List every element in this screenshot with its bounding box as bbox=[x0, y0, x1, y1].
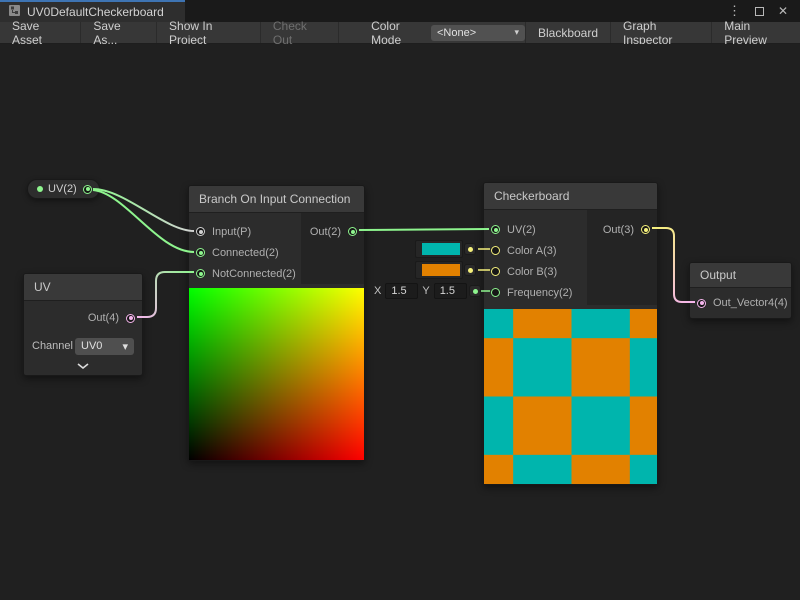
x-label: X bbox=[374, 285, 381, 297]
collapse-chevron-button[interactable] bbox=[24, 357, 142, 375]
node-output[interactable]: Output Out_Vector4(4) bbox=[689, 262, 792, 319]
node-uv[interactable]: UV Out(4) Channel UV0 ▾ bbox=[23, 273, 143, 376]
graph-inspector-toggle[interactable]: Graph Inspector bbox=[610, 22, 711, 43]
port-uv2-in[interactable] bbox=[491, 225, 500, 234]
color-b-swatch[interactable] bbox=[415, 261, 463, 279]
port-row-out4: Out(4) bbox=[24, 301, 142, 335]
port-row-color-b: Color B(3) bbox=[484, 261, 587, 282]
color-a-stub-dot bbox=[464, 243, 476, 255]
color-b-fill bbox=[422, 264, 460, 276]
port-row-input: Input(P) bbox=[189, 221, 301, 242]
edge-uvpill-to-input bbox=[93, 189, 194, 231]
port-row-uv2: UV(2) bbox=[484, 219, 587, 240]
blackboard-toggle[interactable]: Blackboard bbox=[525, 22, 610, 43]
node-title: Output bbox=[690, 263, 791, 288]
port-color-b[interactable] bbox=[491, 267, 500, 276]
port-row-out-vector4: Out_Vector4(4) bbox=[690, 288, 791, 318]
edge-uvpill-to-connected bbox=[93, 190, 194, 252]
port-row-notconnected: NotConnected(2) bbox=[189, 263, 301, 284]
pill-title: UV(2) bbox=[48, 183, 78, 195]
port-input-p[interactable] bbox=[196, 227, 205, 236]
port-frequency[interactable] bbox=[491, 288, 500, 297]
node-title: Branch On Input Connection bbox=[189, 186, 364, 213]
shader-graph-window: UV0DefaultCheckerboard ⋮ ✕ Save Asset Sa… bbox=[0, 0, 800, 600]
save-asset-button[interactable]: Save Asset bbox=[0, 22, 81, 43]
frequency-stub-dot bbox=[469, 285, 481, 297]
edge-uvout4-to-notconnected bbox=[137, 272, 194, 317]
edge-branchout-to-checkerboard bbox=[359, 229, 489, 230]
maximize-icon[interactable] bbox=[755, 7, 764, 16]
port-uv2-out[interactable] bbox=[83, 185, 92, 194]
color-a-fill bbox=[422, 243, 460, 255]
chevron-down-icon: ▾ bbox=[122, 340, 128, 353]
port-row-frequency: Frequency(2) bbox=[484, 282, 587, 303]
port-row-color-a: Color A(3) bbox=[484, 240, 587, 261]
toolbar-right-group: Blackboard Graph Inspector Main Preview bbox=[525, 22, 800, 43]
port-connected2[interactable] bbox=[196, 248, 205, 257]
node-title: UV bbox=[24, 274, 142, 301]
show-in-project-button[interactable]: Show In Project bbox=[157, 22, 261, 43]
node-branch-on-input-connection[interactable]: Branch On Input Connection Input(P) Conn… bbox=[188, 185, 365, 461]
preview-state-dot bbox=[37, 186, 43, 192]
frequency-x-field[interactable]: 1.5 bbox=[385, 283, 418, 299]
tab-title: UV0DefaultCheckerboard bbox=[27, 5, 164, 19]
port-row-connected: Connected(2) bbox=[189, 242, 301, 263]
check-out-button: Check Out bbox=[261, 22, 339, 43]
node-uv2-pill[interactable]: UV(2) bbox=[27, 179, 100, 199]
main-preview-toggle[interactable]: Main Preview bbox=[711, 22, 800, 43]
channel-control: Channel UV0 ▾ bbox=[24, 335, 142, 357]
port-out-vector4[interactable] bbox=[697, 299, 706, 308]
port-out4[interactable] bbox=[126, 314, 135, 323]
port-notconnected2[interactable] bbox=[196, 269, 205, 278]
frequency-y-field[interactable]: 1.5 bbox=[434, 283, 467, 299]
uv-gradient-preview bbox=[189, 288, 364, 460]
close-icon[interactable]: ✕ bbox=[778, 4, 788, 18]
color-mode-dropdown[interactable]: <None> ▾ bbox=[431, 25, 525, 41]
toolbar: Save Asset Save As... Show In Project Ch… bbox=[0, 22, 800, 44]
frequency-fields: X 1.5 Y 1.5 bbox=[374, 283, 467, 299]
save-as-button[interactable]: Save As... bbox=[81, 22, 157, 43]
chevron-down-icon: ▾ bbox=[514, 27, 519, 38]
color-b-stub-dot bbox=[464, 264, 476, 276]
port-row-out3: Out(3) bbox=[587, 219, 657, 240]
kebab-menu-icon[interactable]: ⋮ bbox=[728, 3, 741, 19]
color-mode-group: Color Mode <None> ▾ bbox=[371, 19, 525, 47]
color-mode-label: Color Mode bbox=[371, 19, 423, 47]
channel-dropdown[interactable]: UV0 ▾ bbox=[75, 338, 134, 355]
port-color-a[interactable] bbox=[491, 246, 500, 255]
node-checkerboard[interactable]: Checkerboard UV(2) Color A(3) Color B(3) bbox=[483, 182, 658, 485]
checkerboard-preview bbox=[484, 309, 657, 484]
node-title: Checkerboard bbox=[484, 183, 657, 210]
port-out3[interactable] bbox=[641, 225, 650, 234]
chevron-down-icon bbox=[77, 363, 89, 369]
port-row-out2: Out(2) bbox=[301, 221, 364, 242]
channel-label: Channel bbox=[32, 340, 73, 352]
color-a-swatch[interactable] bbox=[415, 240, 463, 258]
port-out2[interactable] bbox=[348, 227, 357, 236]
graph-canvas[interactable]: UV(2) Branch On Input Connection Input(P… bbox=[0, 44, 800, 600]
y-label: Y bbox=[422, 285, 429, 297]
